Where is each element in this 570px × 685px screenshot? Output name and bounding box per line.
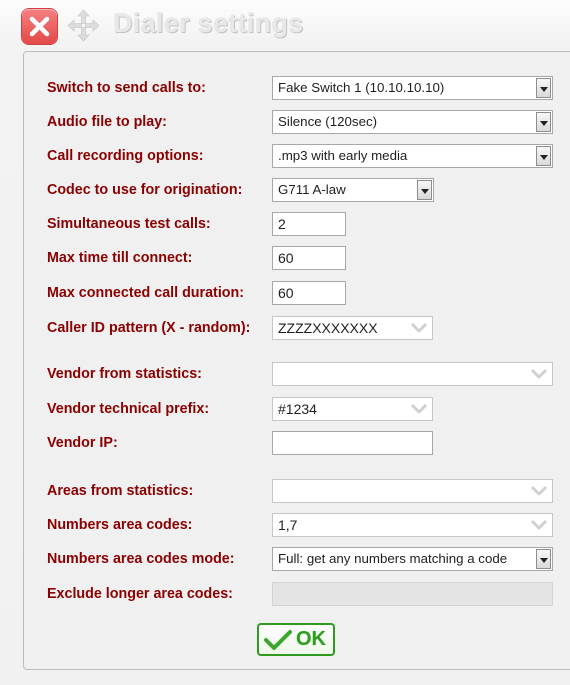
vendor-stats-label: Vendor from statistics: <box>47 366 202 382</box>
ok-button[interactable]: OK <box>257 623 335 656</box>
audio-file-select[interactable]: Silence (120sec) <box>272 110 553 134</box>
vendor-prefix-label: Vendor technical prefix: <box>47 401 210 417</box>
vendor-ip-row: Vendor IP: <box>47 431 557 455</box>
areas-stats-row: Areas from statistics: <box>47 479 557 503</box>
dropdown-arrow-icon <box>536 549 551 569</box>
dropdown-arrow-icon <box>536 78 551 98</box>
switch-select[interactable]: Fake Switch 1 (10.10.10.10) <box>272 76 553 100</box>
caller-id-row: Caller ID pattern (X - random): ZZZZXXXX… <box>47 316 557 340</box>
close-icon <box>29 16 50 37</box>
max-connect-time-input[interactable]: 60 <box>272 246 346 270</box>
switch-row: Switch to send calls to: Fake Switch 1 (… <box>47 76 557 100</box>
max-call-duration-row: Max connected call duration: 60 <box>47 281 557 305</box>
recording-label: Call recording options: <box>47 148 204 164</box>
max-connect-time-row: Max time till connect: 60 <box>47 246 557 270</box>
chevron-down-icon <box>530 519 548 530</box>
title-bar: Dialer settings <box>0 0 570 50</box>
audio-file-select-value: Silence (120sec) <box>278 114 378 129</box>
caller-id-combo[interactable]: ZZZZXXXXXXX <box>272 316 433 340</box>
exclude-longer-label: Exclude longer area codes: <box>47 586 233 602</box>
area-codes-value: 1,7 <box>278 517 298 533</box>
simultaneous-calls-label: Simultaneous test calls: <box>47 216 211 232</box>
area-codes-row: Numbers area codes: 1,7 <box>47 513 557 537</box>
vendor-stats-row: Vendor from statistics: <box>47 362 557 386</box>
max-call-duration-input[interactable]: 60 <box>272 281 346 305</box>
simultaneous-calls-input[interactable]: 2 <box>272 212 346 236</box>
codec-select-value: G711 A-law <box>278 182 346 197</box>
chevron-down-icon <box>410 322 428 333</box>
chevron-down-icon <box>530 368 548 379</box>
dropdown-arrow-icon <box>417 180 432 200</box>
dropdown-arrow-icon <box>536 146 551 166</box>
vendor-stats-combo[interactable] <box>272 362 553 386</box>
vendor-ip-input[interactable] <box>272 431 433 455</box>
vendor-prefix-value: #1234 <box>278 401 317 417</box>
area-codes-mode-value: Full: get any numbers matching a code <box>278 551 508 566</box>
exclude-longer-row: Exclude longer area codes: <box>47 582 557 606</box>
audio-file-label: Audio file to play: <box>47 114 167 130</box>
caller-id-value: ZZZZXXXXXXX <box>278 320 378 336</box>
area-codes-mode-row: Numbers area codes mode: Full: get any n… <box>47 547 557 571</box>
area-codes-mode-select[interactable]: Full: get any numbers matching a code <box>272 547 553 571</box>
dialer-settings-window: Dialer settings Switch to send calls to:… <box>0 0 570 685</box>
area-codes-combo[interactable]: 1,7 <box>272 513 553 537</box>
caller-id-label: Caller ID pattern (X - random): <box>47 320 251 336</box>
dropdown-arrow-icon <box>536 112 551 132</box>
recording-row: Call recording options: .mp3 with early … <box>47 144 557 168</box>
ok-button-label: OK <box>296 628 326 650</box>
exclude-longer-field <box>272 582 553 606</box>
codec-select[interactable]: G711 A-law <box>272 178 434 202</box>
areas-stats-label: Areas from statistics: <box>47 483 194 499</box>
recording-select-value: .mp3 with early media <box>278 148 408 163</box>
audio-file-row: Audio file to play: Silence (120sec) <box>47 110 557 134</box>
chevron-down-icon <box>530 485 548 496</box>
vendor-prefix-row: Vendor technical prefix: #1234 <box>47 397 557 421</box>
switch-select-value: Fake Switch 1 (10.10.10.10) <box>278 80 445 95</box>
vendor-prefix-combo[interactable]: #1234 <box>272 397 433 421</box>
codec-label: Codec to use for origination: <box>47 182 243 198</box>
chevron-down-icon <box>410 403 428 414</box>
switch-label: Switch to send calls to: <box>47 80 206 96</box>
close-button[interactable] <box>22 9 57 44</box>
codec-row: Codec to use for origination: G711 A-law <box>47 178 557 202</box>
simultaneous-calls-row: Simultaneous test calls: 2 <box>47 212 557 236</box>
areas-stats-combo[interactable] <box>272 479 553 503</box>
checkmark-icon <box>264 630 292 650</box>
max-call-duration-label: Max connected call duration: <box>47 285 245 301</box>
move-arrows-icon[interactable] <box>67 9 100 42</box>
recording-select[interactable]: .mp3 with early media <box>272 144 553 168</box>
max-connect-time-label: Max time till connect: <box>47 250 193 266</box>
window-title: Dialer settings <box>113 8 304 38</box>
area-codes-label: Numbers area codes: <box>47 517 193 533</box>
area-codes-mode-label: Numbers area codes mode: <box>47 551 235 567</box>
vendor-ip-label: Vendor IP: <box>47 435 118 451</box>
